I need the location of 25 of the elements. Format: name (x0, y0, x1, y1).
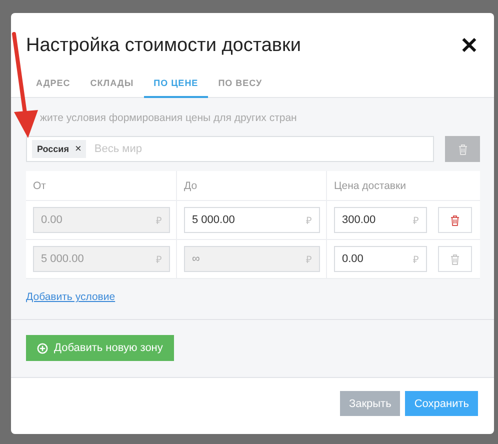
country-field[interactable]: Россия × Весь мир (26, 136, 434, 162)
amount-field[interactable]: 5 000.00 ₽ (184, 207, 320, 233)
add-zone-button[interactable]: Добавить новую зону (26, 335, 174, 361)
delete-row-button[interactable] (438, 207, 472, 233)
tab[interactable]: ПО ВЕСУ (208, 73, 272, 98)
add-condition-link[interactable]: Добавить условие (26, 291, 116, 303)
tag-label: Россия (37, 144, 69, 154)
column-header: От (33, 180, 46, 192)
remove-tag-button[interactable]: × (74, 143, 82, 155)
tab[interactable]: СКЛАДЫ (80, 73, 144, 98)
hint-text: жите условия формирования цены для других стран (39, 112, 298, 124)
close-button[interactable]: ✕ (460, 35, 478, 57)
tab[interactable]: АДРЕС (26, 73, 80, 98)
plus-circle-icon (37, 342, 48, 354)
close-dialog-button[interactable]: Закрыть (340, 391, 400, 416)
amount-field[interactable]: 300.00 ₽ (334, 207, 427, 233)
zone-search-input[interactable]: Весь мир (92, 142, 428, 156)
trash-icon (458, 144, 468, 154)
column-header: Цена доставки (334, 180, 406, 192)
trash-icon (450, 214, 460, 226)
column-header: До (184, 180, 198, 192)
trash-icon (450, 254, 460, 264)
save-button[interactable]: Сохранить (405, 391, 478, 416)
amount-field[interactable]: 0.00 ₽ (334, 246, 427, 272)
dialog-title: Настройка стоимости доставки (26, 35, 301, 57)
